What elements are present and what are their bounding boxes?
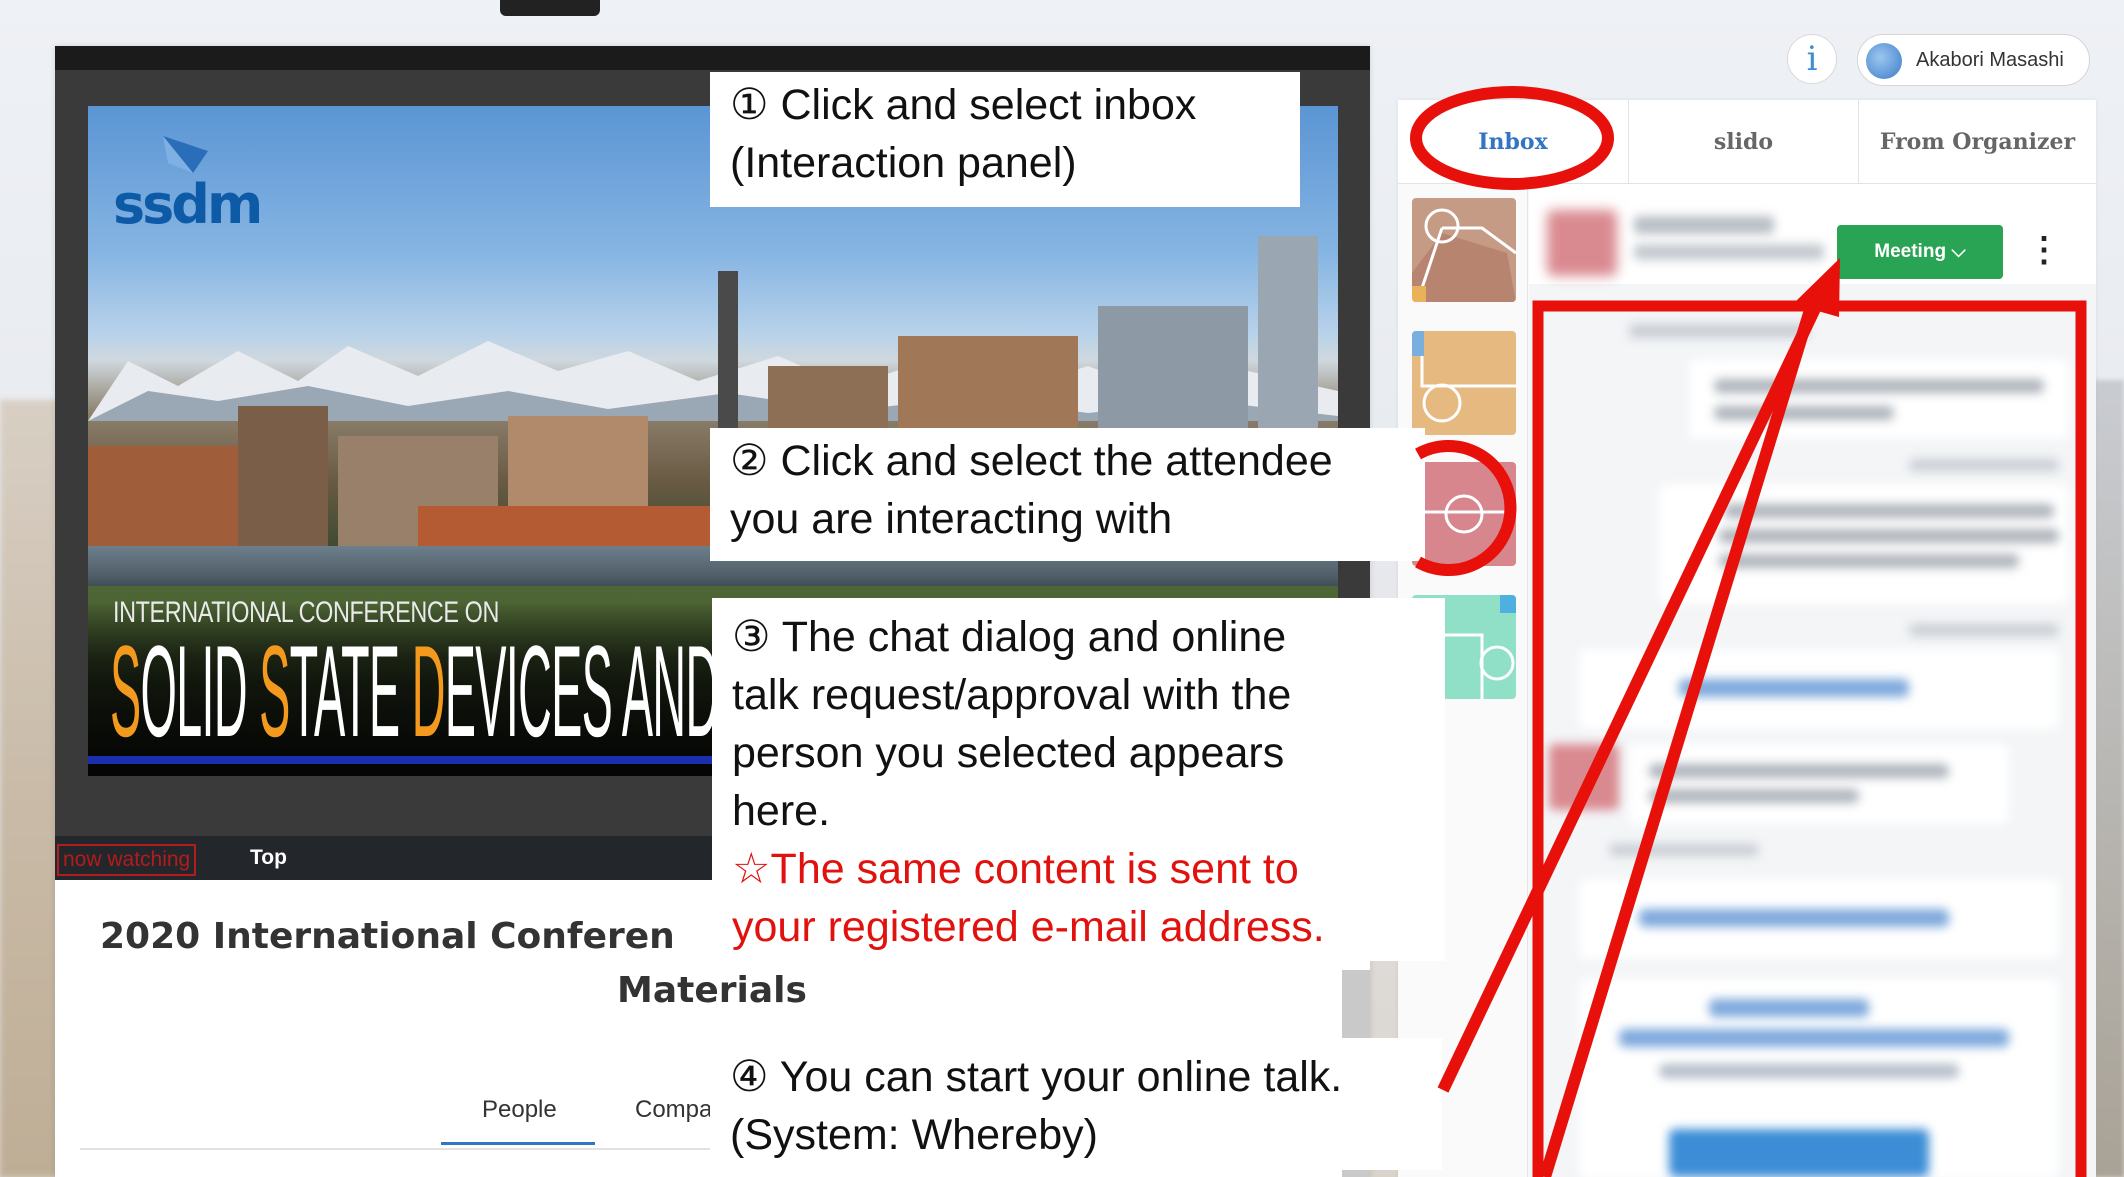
conference-name-word: TATE (289, 618, 412, 764)
chat-message-text (1724, 504, 2054, 518)
chat-timestamp (1629, 324, 1809, 338)
ssdm-logo-text: ssdm (113, 173, 263, 236)
user-menu[interactable]: Akabori Masashi (1857, 34, 2090, 86)
chat-timestamp (1909, 459, 2059, 471)
chat-message (1629, 744, 2009, 824)
chat-status-text (1639, 909, 1949, 927)
callout-step-1-line2: (Interaction panel) (730, 139, 1077, 187)
top-link[interactable]: Top (250, 846, 287, 870)
conference-name-word: EVICES AND (444, 618, 731, 764)
meeting-button[interactable]: Meeting ⌵ (1837, 225, 2003, 279)
callout-step-3-note2: your registered e-mail address. (732, 903, 1325, 951)
info-icon[interactable]: i (1787, 34, 1837, 84)
chat-message (1689, 359, 2069, 439)
callout-step-2: ② Click and select the attendee you are … (710, 428, 1425, 561)
chat-meeting-text (1619, 1029, 2009, 1047)
chat-message-text (1714, 379, 2044, 393)
chat-status-text (1679, 679, 1909, 697)
tab-people-underline (441, 1142, 595, 1145)
chat-message-text (1649, 789, 1859, 803)
callout-step-1: ① Click and select inbox (Interaction pa… (710, 72, 1300, 207)
callout-step-1-line1: ① Click and select inbox (730, 81, 1197, 129)
callout-step-2-line2: you are interacting with (730, 495, 1173, 543)
conference-name-initial: S (110, 618, 141, 764)
attendee-item-selected[interactable] (1412, 462, 1516, 566)
chat-timestamp (1609, 844, 1759, 856)
meeting-button-label: Meeting (1874, 241, 1947, 262)
callout-step-4-line1: ④ You can start your online talk. (730, 1053, 1343, 1101)
callout-step-3-line2: talk request/approval with the (732, 671, 1292, 719)
chevron-down-icon: ⌵ (1951, 241, 1966, 262)
chat-meeting-text (1709, 999, 1869, 1017)
callout-step-3: ③ The chat dialog and online talk reques… (712, 598, 1445, 961)
callout-step-4: ④ You can start your online talk. (Syste… (710, 1038, 1442, 1170)
attendee-avatar (1412, 331, 1516, 435)
tab-from-organizer[interactable]: From Organizer (1858, 100, 2096, 184)
user-name: Akabori Masashi (1916, 49, 2064, 71)
now-watching-badge: now watching (57, 844, 197, 876)
attendee-avatar (1412, 198, 1516, 302)
autumn-trees (88, 446, 238, 546)
ssdm-logo: ssdm (113, 131, 263, 236)
join-button[interactable] (1669, 1129, 1929, 1177)
callout-step-3-line3: person you selected appears (732, 729, 1285, 777)
chat-avatar (1549, 744, 1619, 810)
ssdm-logo-icon (163, 136, 208, 173)
avatar (1866, 43, 1902, 79)
tab-people[interactable]: People (482, 1096, 557, 1124)
tab-company[interactable]: Compa (635, 1096, 712, 1124)
conference-name-initial: S (259, 618, 290, 764)
conference-name-initial: D (411, 618, 446, 764)
conference-name-underline (88, 756, 718, 764)
callout-step-2-line1: ② Click and select the attendee (730, 437, 1333, 485)
background-left-edge (0, 400, 60, 1177)
chat-header (1529, 184, 2096, 284)
attendee-item[interactable] (1412, 198, 1516, 302)
building (238, 406, 328, 546)
chat-meeting-text (1659, 1064, 1959, 1078)
chat-name-blurred (1634, 216, 1774, 234)
conference-name: SOLID STATE DEVICES AND MA (110, 626, 800, 756)
chat-message (1659, 484, 2069, 604)
tab-slido[interactable]: slido (1628, 100, 1858, 184)
attendee-item[interactable] (1412, 331, 1516, 435)
chat-message-text (1719, 529, 2059, 543)
chat-avatar (1547, 210, 1617, 276)
callout-step-3-note1: ☆The same content is sent to (732, 845, 1299, 893)
chat-message-text (1714, 406, 1894, 420)
chat-area (1529, 184, 2096, 1177)
event-title-line1: 2020 International Conferen (100, 916, 675, 957)
callout-step-4-line2: (System: Whereby) (730, 1111, 1098, 1159)
chat-company-blurred (1634, 244, 1824, 260)
conference-name-word: OLID (140, 618, 260, 764)
chat-message-text (1649, 764, 1949, 778)
chat-message-text (1719, 554, 2019, 568)
chat-timestamp (1909, 624, 2059, 636)
callout-step-3-line1: ③ The chat dialog and online (732, 613, 1287, 661)
attendee-avatar (1412, 462, 1516, 566)
event-title-line2: Materials (617, 970, 807, 1011)
background-title-fragment (500, 0, 600, 16)
callout-step-3-line4: here. (732, 787, 831, 835)
panel-tabs: Inbox slido From Organizer (1398, 100, 2096, 184)
more-options-icon[interactable]: ⋮ (2027, 225, 2061, 275)
background-right-edge (2094, 380, 2124, 1177)
tab-inbox[interactable]: Inbox (1398, 100, 1628, 184)
